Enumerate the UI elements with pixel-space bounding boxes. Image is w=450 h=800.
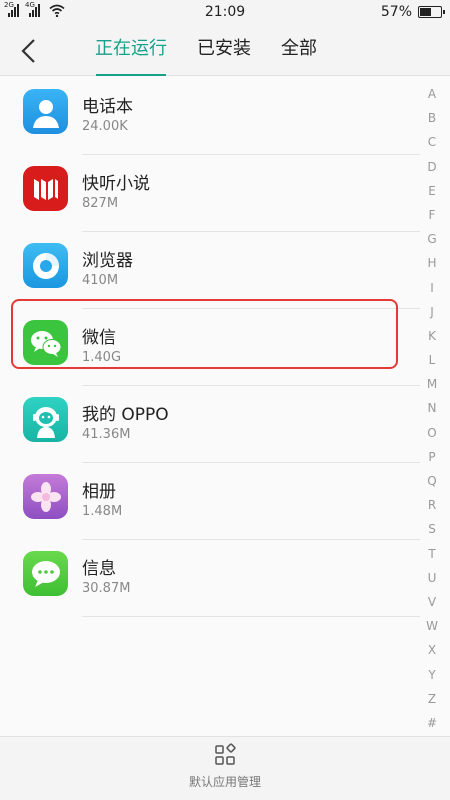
browser-icon (23, 243, 68, 288)
alphabet-letter[interactable]: W (426, 614, 438, 638)
divider (82, 616, 420, 617)
bottom-bar: 默认应用管理 (0, 736, 450, 800)
alphabet-letter[interactable]: Y (428, 663, 435, 687)
app-name: 快听小说 (82, 174, 150, 194)
alphabet-letter[interactable]: B (428, 106, 436, 130)
alphabet-letter[interactable]: F (429, 203, 436, 227)
alphabet-letter[interactable]: S (428, 517, 436, 541)
app-size: 410M (82, 273, 119, 288)
app-name: 微信 (82, 328, 116, 348)
default-apps-label: 默认应用管理 (188, 775, 261, 789)
app-item-messages[interactable]: 信息 30.87M (0, 540, 420, 617)
app-size: 1.48M (82, 504, 123, 519)
my-oppo-icon (23, 397, 68, 442)
alphabet-letter[interactable]: I (430, 276, 434, 300)
app-name: 相册 (82, 482, 116, 502)
alphabet-letter[interactable]: O (427, 421, 436, 445)
alphabet-letter[interactable]: M (427, 372, 437, 396)
alphabet-letter[interactable]: T (428, 542, 435, 566)
alphabet-letter[interactable]: R (428, 493, 436, 517)
default-apps-icon (215, 743, 236, 765)
app-name: 我的 OPPO (82, 405, 169, 425)
tab-bar: 正在运行 已安装 全部 (80, 26, 332, 76)
novel-icon (23, 166, 68, 211)
alphabet-letter[interactable]: A (428, 82, 436, 106)
app-list: 电话本 24.00K 快听小说 827M 浏览器 410M 微信 1.40G 我… (0, 78, 420, 617)
messages-icon (23, 551, 68, 596)
tab-installed[interactable]: 已安装 (182, 26, 266, 76)
default-apps-button[interactable]: 默认应用管理 (0, 743, 450, 790)
alphabet-letter[interactable]: D (427, 155, 436, 179)
app-item-browser[interactable]: 浏览器 410M (0, 232, 420, 309)
app-size: 827M (82, 196, 119, 211)
status-bar: 2G 4G 21:09 57% (0, 0, 450, 26)
app-item-contacts[interactable]: 电话本 24.00K (0, 78, 420, 155)
alphabet-letter[interactable]: Z (428, 687, 436, 711)
app-item-novel[interactable]: 快听小说 827M (0, 155, 420, 232)
app-item-my-oppo[interactable]: 我的 OPPO 41.36M (0, 386, 420, 463)
app-item-wechat[interactable]: 微信 1.40G (0, 309, 420, 386)
app-size: 24.00K (82, 119, 128, 134)
app-size: 41.36M (82, 427, 131, 442)
battery-percent: 57% (380, 4, 412, 20)
app-name: 电话本 (82, 97, 133, 117)
app-item-gallery[interactable]: 相册 1.48M (0, 463, 420, 540)
alphabet-letter[interactable]: G (427, 227, 436, 251)
alphabet-letter[interactable]: V (428, 590, 436, 614)
gallery-icon (23, 474, 68, 519)
contacts-icon (23, 89, 68, 134)
app-size: 30.87M (82, 581, 131, 596)
alphabet-letter[interactable]: N (428, 396, 437, 420)
tab-running[interactable]: 正在运行 (80, 26, 182, 76)
app-name: 浏览器 (82, 251, 133, 271)
battery-status: 57% (380, 4, 445, 20)
wechat-icon (23, 320, 68, 365)
alphabet-letter[interactable]: U (428, 566, 437, 590)
alphabet-letter[interactable]: C (428, 130, 436, 154)
app-name: 信息 (82, 559, 116, 579)
app-header: 正在运行 已安装 全部 (0, 26, 450, 76)
alphabet-letter[interactable]: X (428, 638, 436, 662)
alphabet-letter[interactable]: H (427, 251, 436, 275)
alphabet-letter[interactable]: # (427, 711, 437, 735)
alphabet-letter[interactable]: E (428, 179, 436, 203)
alphabet-letter[interactable]: K (428, 324, 436, 348)
alphabet-letter[interactable]: L (429, 348, 436, 372)
back-arrow-icon[interactable] (16, 36, 46, 66)
tab-all[interactable]: 全部 (266, 26, 332, 76)
alphabet-letter[interactable]: P (428, 445, 435, 469)
app-size: 1.40G (82, 350, 122, 365)
alphabet-index[interactable]: A B C D E F G H I J K L M N O P Q R S T U V W X Y Z # (422, 82, 442, 735)
battery-icon (418, 6, 445, 18)
alphabet-letter[interactable]: J (430, 300, 434, 324)
alphabet-letter[interactable]: Q (427, 469, 436, 493)
